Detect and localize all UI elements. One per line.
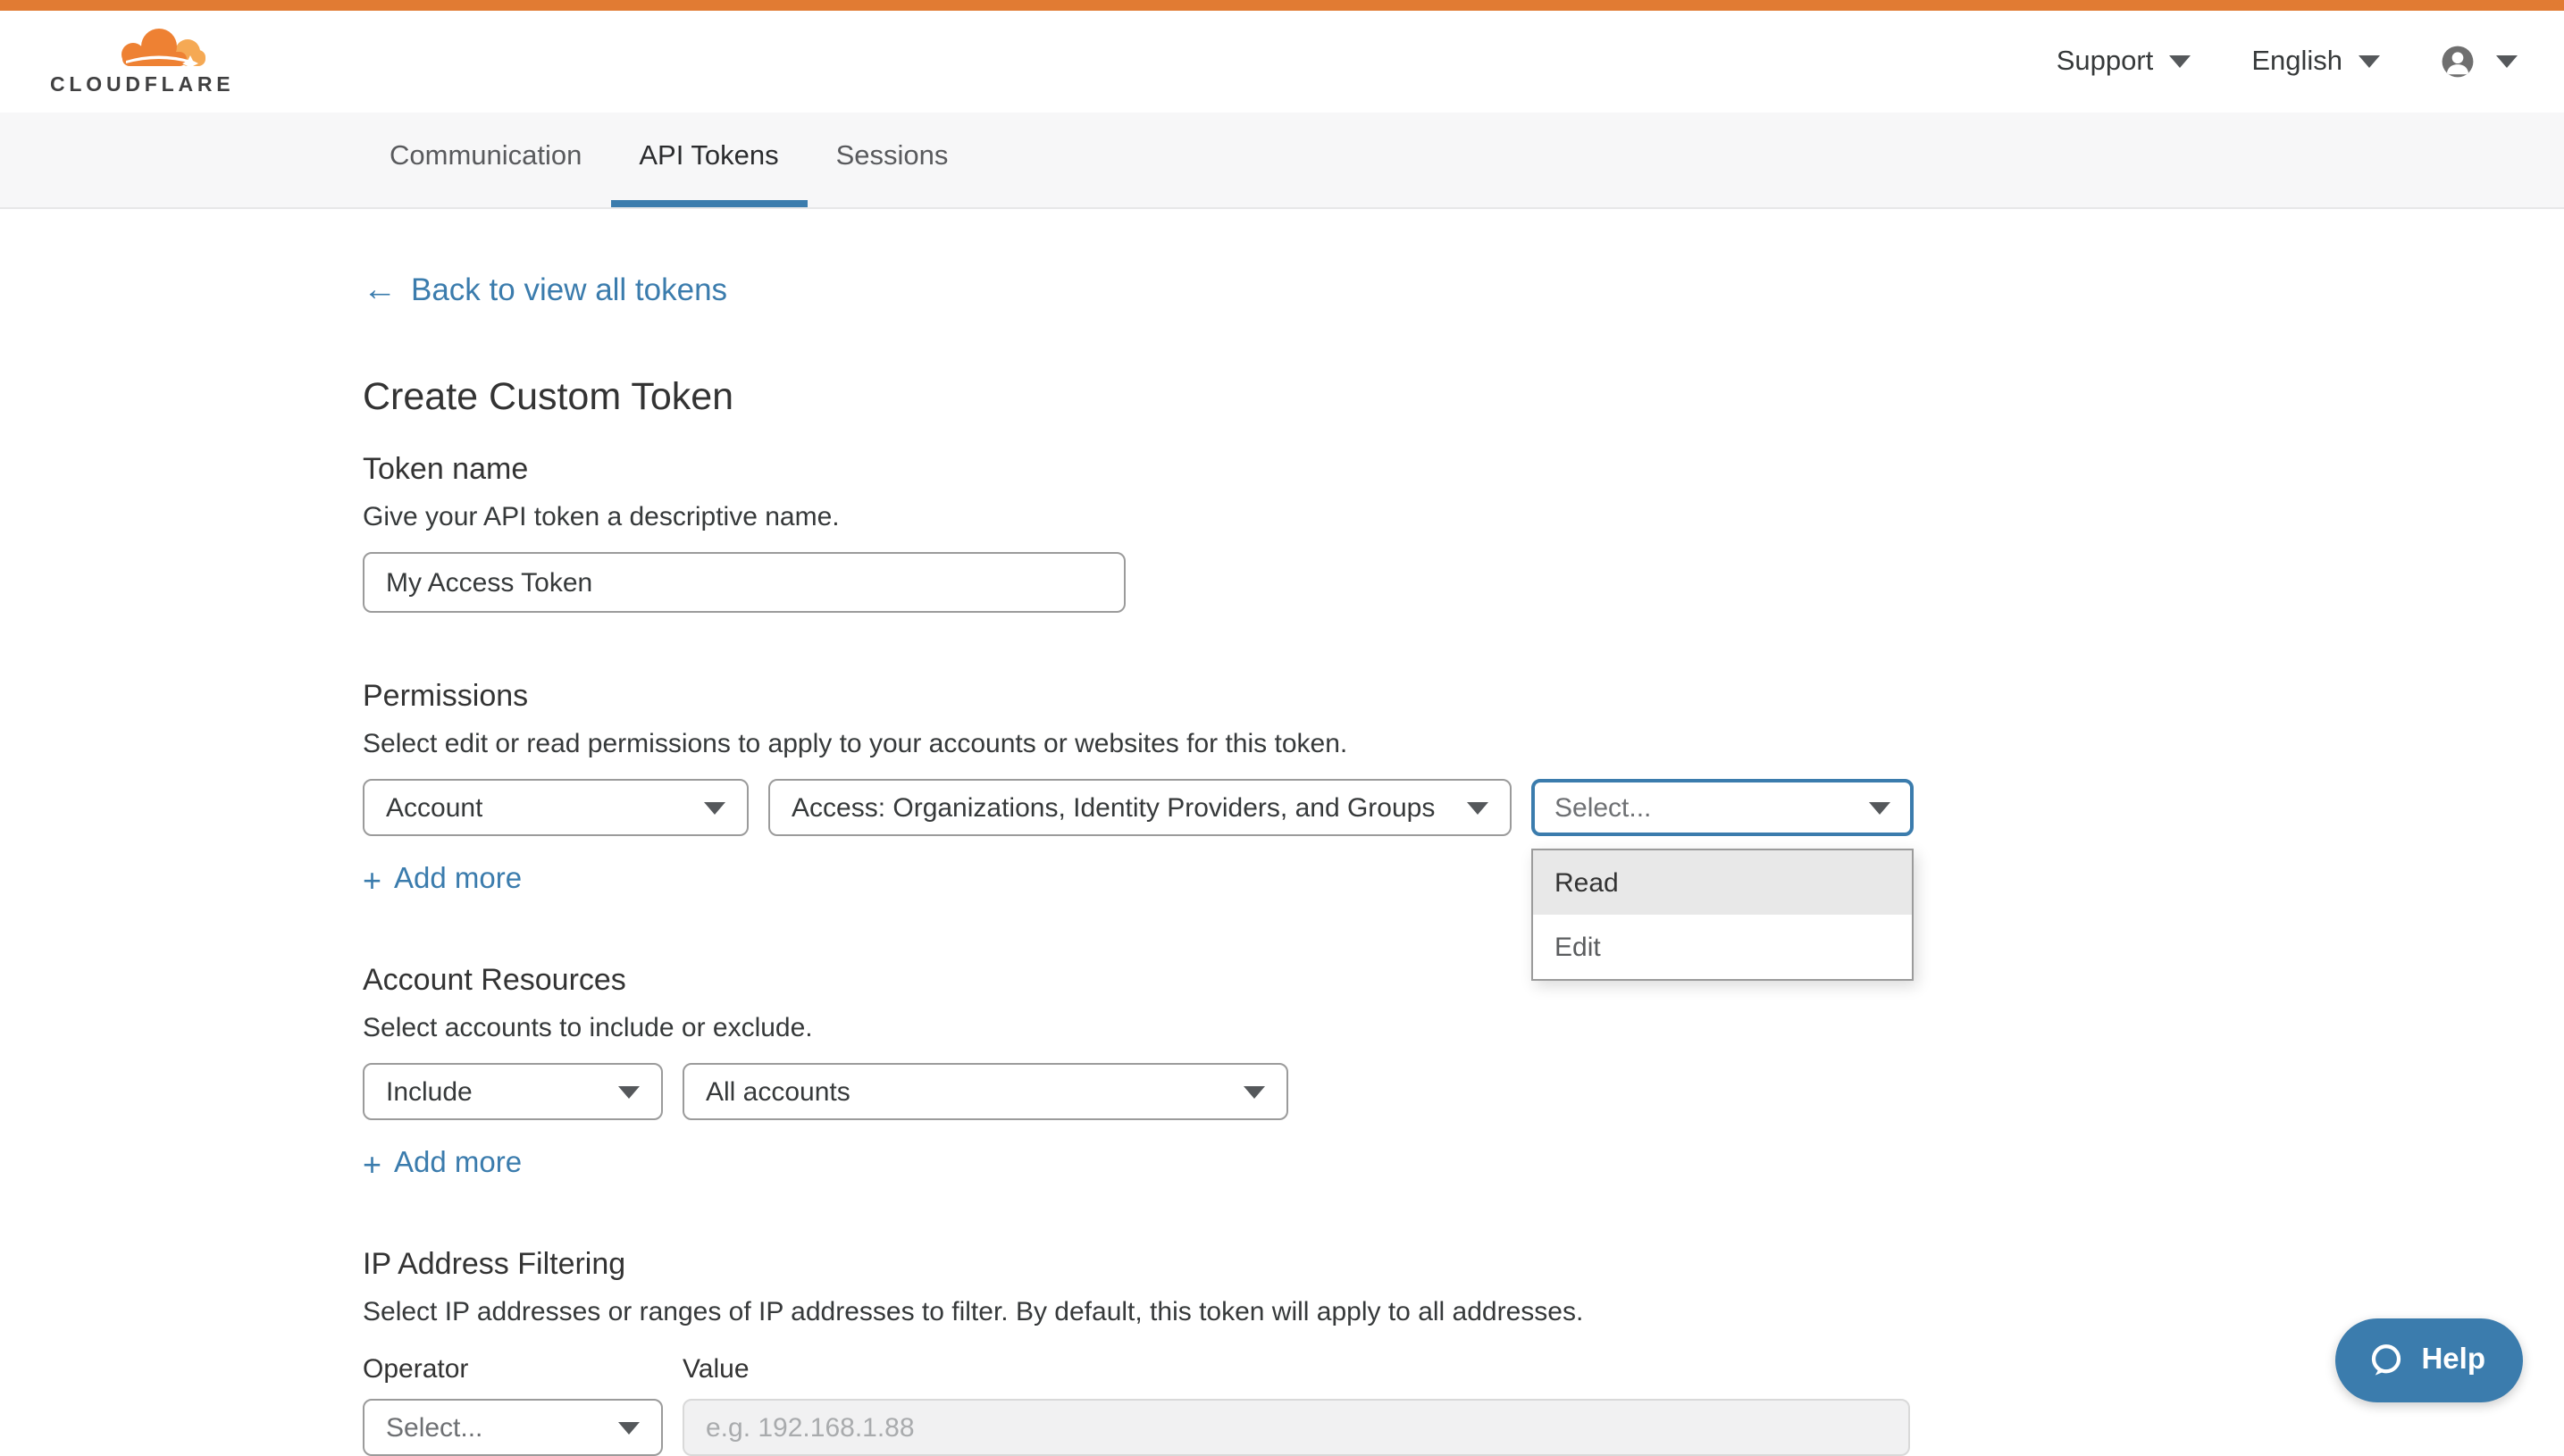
support-menu[interactable]: Support [2057, 46, 2191, 78]
ip-filtering-description: Select IP addresses or ranges of IP addr… [363, 1295, 2564, 1329]
ip-value-input[interactable] [683, 1399, 1910, 1456]
chevron-down-icon [1244, 1085, 1265, 1098]
permission-level-select[interactable]: Select... Read Edit [1531, 779, 1914, 836]
ip-filtering-section: IP Address Filtering Select IP addresses… [363, 1245, 2564, 1456]
ip-filtering-heading: IP Address Filtering [363, 1245, 2564, 1284]
resource-mode-value: Include [386, 1076, 473, 1107]
permission-group-select[interactable]: Access: Organizations, Identity Provider… [768, 779, 1512, 836]
avatar-icon [2441, 45, 2475, 79]
account-resources-row: Include All accounts [363, 1063, 2564, 1120]
back-arrow-icon: ← [363, 274, 397, 306]
account-resources-add-more-button[interactable]: + Add more [363, 1147, 522, 1181]
tabs: Communication API Tokens Sessions [361, 113, 2564, 207]
token-name-section: Token name Give your API token a descrip… [363, 450, 2564, 613]
permission-level-value: Select... [1554, 792, 1651, 823]
account-resources-heading: Account Resources [363, 961, 2564, 1000]
value-label: Value [683, 1354, 750, 1385]
chevron-down-icon [618, 1085, 640, 1098]
dropdown-option-edit[interactable]: Edit [1533, 915, 1912, 979]
permission-group-value: Access: Organizations, Identity Provider… [792, 792, 1435, 823]
account-menu[interactable] [2441, 45, 2518, 79]
plus-icon: + [363, 866, 381, 894]
page-title: Create Custom Token [363, 373, 2564, 422]
ip-filter-labels: Operator Value [363, 1354, 2564, 1385]
help-button[interactable]: Help [2335, 1318, 2523, 1402]
header: CLOUDFLARE Support English [0, 11, 2564, 113]
permissions-section: Permissions Select edit or read permissi… [363, 677, 2564, 897]
operator-label: Operator [363, 1354, 683, 1385]
chevron-down-icon [2496, 55, 2518, 68]
cloudflare-logo[interactable]: CLOUDFLARE [50, 25, 214, 98]
tab-sessions[interactable]: Sessions [808, 113, 977, 207]
token-name-heading: Token name [363, 450, 2564, 490]
permissions-description: Select edit or read permissions to apply… [363, 727, 2564, 761]
cloudflare-wordmark: CLOUDFLARE [50, 75, 234, 98]
account-resources-section: Account Resources Select accounts to inc… [363, 961, 2564, 1181]
dropdown-option-read[interactable]: Read [1533, 850, 1912, 915]
main-content: ← Back to view all tokens Create Custom … [0, 209, 2564, 1456]
ip-operator-select[interactable]: Select... [363, 1399, 663, 1456]
chevron-down-icon [1869, 801, 1890, 814]
permission-level-dropdown: Read Edit [1531, 849, 1914, 981]
page: CLOUDFLARE Support English [0, 0, 2564, 1424]
ip-operator-value: Select... [386, 1412, 482, 1443]
help-button-label: Help [2421, 1343, 2485, 1377]
tab-api-tokens[interactable]: API Tokens [610, 113, 807, 207]
account-resources-description: Select accounts to include or exclude. [363, 1011, 2564, 1045]
chevron-down-icon [704, 801, 725, 814]
chevron-down-icon [618, 1421, 640, 1434]
token-name-description: Give your API token a descriptive name. [363, 500, 2564, 534]
permissions-row: Account Access: Organizations, Identity … [363, 779, 2564, 836]
add-more-label: Add more [394, 1147, 522, 1181]
add-more-label: Add more [394, 863, 522, 897]
tab-communication[interactable]: Communication [361, 113, 610, 207]
resource-target-select[interactable]: All accounts [683, 1063, 1288, 1120]
ip-filter-row: Select... [363, 1399, 2564, 1456]
plus-icon: + [363, 1150, 381, 1178]
back-link-label: Back to view all tokens [411, 272, 727, 309]
support-label: Support [2057, 46, 2154, 78]
permissions-heading: Permissions [363, 677, 2564, 716]
tab-bar: Communication API Tokens Sessions [0, 113, 2564, 209]
permission-scope-select[interactable]: Account [363, 779, 749, 836]
top-orange-bar [0, 0, 2564, 11]
permission-scope-value: Account [386, 792, 482, 823]
chat-bubble-icon [2367, 1342, 2405, 1379]
resource-mode-select[interactable]: Include [363, 1063, 663, 1120]
permissions-add-more-button[interactable]: + Add more [363, 863, 522, 897]
header-menu: Support English [2057, 45, 2518, 79]
token-name-input[interactable] [363, 552, 1126, 613]
back-to-tokens-link[interactable]: ← Back to view all tokens [363, 272, 727, 309]
chevron-down-icon [1467, 801, 1488, 814]
resource-target-value: All accounts [706, 1076, 850, 1107]
language-label: English [2251, 46, 2342, 78]
chevron-down-icon [2359, 55, 2380, 68]
cloudflare-cloud-icon [111, 25, 207, 75]
chevron-down-icon [2169, 55, 2191, 68]
language-menu[interactable]: English [2251, 46, 2380, 78]
